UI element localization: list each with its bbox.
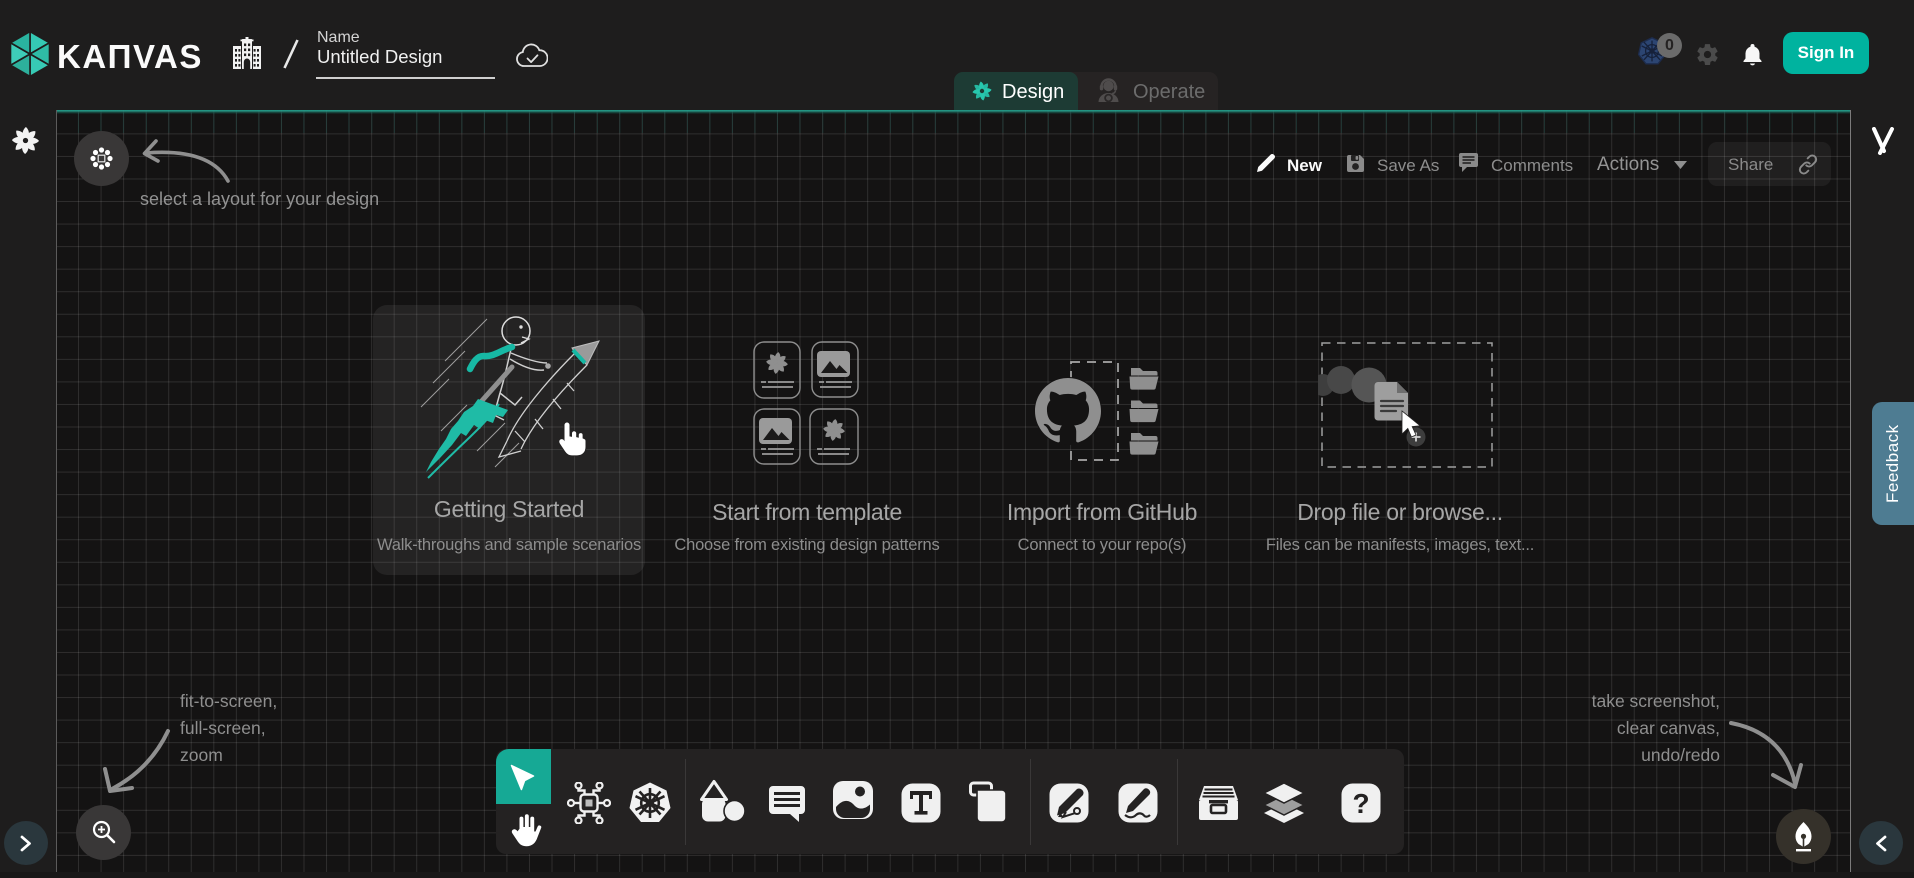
svg-text:?: ?: [1352, 788, 1369, 819]
